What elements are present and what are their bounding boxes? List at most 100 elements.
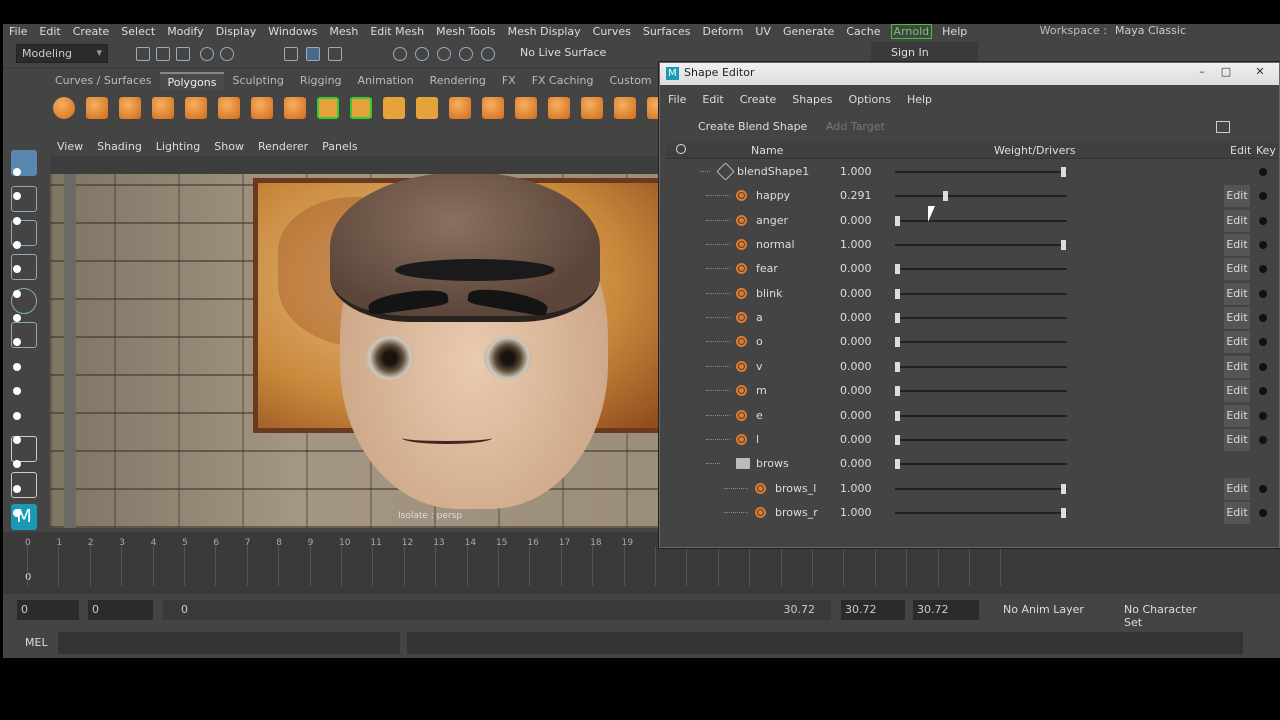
shelf-tab-fx-caching[interactable]: FX Caching bbox=[524, 72, 602, 90]
shelf-target-weld-icon[interactable] bbox=[614, 97, 636, 119]
weight-slider-handle[interactable] bbox=[895, 337, 900, 348]
shape-row-o[interactable]: o 0.000 Edit bbox=[0, 330, 1280, 354]
menu-curves[interactable]: Curves bbox=[587, 25, 637, 38]
anim-layer-dropdown[interactable]: No Anim Layer bbox=[999, 600, 1105, 620]
redo-icon[interactable] bbox=[220, 47, 234, 61]
shelf-sphere-icon[interactable] bbox=[53, 97, 75, 119]
weight-slider-handle[interactable] bbox=[895, 434, 900, 445]
weight-value-field[interactable]: 0.000 bbox=[840, 287, 890, 300]
menu-uv[interactable]: UV bbox=[749, 25, 777, 38]
key-indicator[interactable] bbox=[1259, 314, 1267, 323]
key-indicator[interactable] bbox=[1259, 484, 1267, 493]
weight-slider-handle[interactable] bbox=[1061, 483, 1066, 494]
weight-value-field[interactable]: 1.000 bbox=[840, 506, 890, 519]
shelf-type-icon[interactable] bbox=[317, 97, 339, 119]
menu-modify[interactable]: Modify bbox=[161, 25, 209, 38]
edit-button[interactable]: Edit bbox=[1224, 282, 1250, 305]
menu-edit[interactable]: Edit bbox=[33, 25, 66, 38]
weight-value-field[interactable]: 0.000 bbox=[840, 360, 890, 373]
visibility-toggle[interactable] bbox=[13, 314, 21, 323]
weight-value-field[interactable]: 0.000 bbox=[840, 262, 890, 275]
end-time-field[interactable]: 30.72 bbox=[913, 600, 979, 620]
shelf-tab-custom[interactable]: Custom bbox=[602, 72, 660, 90]
shelf-tab-rigging[interactable]: Rigging bbox=[292, 72, 350, 90]
visibility-toggle[interactable] bbox=[13, 460, 21, 469]
shelf-multi-cut-icon[interactable] bbox=[581, 97, 603, 119]
weight-slider[interactable] bbox=[895, 167, 1067, 177]
shape-editor-menu-edit[interactable]: Edit bbox=[694, 91, 731, 111]
weight-slider-handle[interactable] bbox=[895, 215, 900, 226]
menu-cache[interactable]: Cache bbox=[840, 25, 886, 38]
menu-select[interactable]: Select bbox=[115, 25, 161, 38]
visibility-toggle[interactable] bbox=[13, 338, 21, 347]
add-target-button[interactable]: Add Target bbox=[804, 120, 885, 133]
save-scene-icon[interactable] bbox=[176, 47, 190, 61]
shelf-tab-rendering[interactable]: Rendering bbox=[422, 72, 494, 90]
select-hierarchy-icon[interactable] bbox=[284, 47, 298, 61]
shape-row-happy[interactable]: happy 0.291 Edit bbox=[0, 184, 1280, 208]
weight-column-header[interactable]: Weight/Drivers bbox=[994, 144, 1076, 157]
mode-dropdown[interactable]: Modeling bbox=[16, 44, 108, 63]
visibility-toggle[interactable] bbox=[13, 508, 21, 517]
edit-button[interactable]: Edit bbox=[1224, 234, 1250, 257]
visibility-toggle[interactable] bbox=[13, 289, 21, 298]
weight-slider-handle[interactable] bbox=[895, 410, 900, 421]
range-slider[interactable]: 0 30.72 bbox=[163, 600, 831, 620]
shape-row-brows-l[interactable]: brows_l 1.000 Edit bbox=[0, 477, 1280, 501]
maximize-icon[interactable]: □ bbox=[1215, 65, 1237, 79]
shelf-extrude-icon[interactable] bbox=[482, 97, 504, 119]
menu-mesh[interactable]: Mesh bbox=[323, 25, 364, 38]
key-indicator[interactable] bbox=[1259, 387, 1267, 396]
weight-slider[interactable] bbox=[895, 459, 1067, 470]
snap-view-icon[interactable] bbox=[459, 47, 473, 61]
shelf-plane-icon[interactable] bbox=[185, 97, 207, 119]
snap-surface-icon[interactable] bbox=[481, 47, 495, 61]
playback-start-field[interactable]: 0 bbox=[88, 600, 153, 620]
key-indicator[interactable] bbox=[1259, 168, 1267, 176]
select-object-icon[interactable] bbox=[306, 47, 320, 61]
menu-create[interactable]: Create bbox=[67, 25, 116, 38]
shape-row-fear[interactable]: fear 0.000 Edit bbox=[0, 257, 1280, 281]
key-indicator[interactable] bbox=[1259, 508, 1267, 517]
name-column-header[interactable]: Name bbox=[751, 144, 783, 157]
weight-slider-handle[interactable] bbox=[895, 313, 900, 324]
live-surface-field[interactable]: No Live Surface bbox=[520, 46, 606, 59]
shape-row-m[interactable]: m 0.000 Edit bbox=[0, 379, 1280, 403]
undo-icon[interactable] bbox=[200, 47, 214, 61]
menu-mesh-display[interactable]: Mesh Display bbox=[502, 25, 587, 38]
edit-button[interactable]: Edit bbox=[1224, 258, 1250, 281]
shelf-svg-icon[interactable] bbox=[350, 97, 372, 119]
workspace-selector[interactable]: Workspace : Maya Classic bbox=[1040, 24, 1186, 37]
shape-row-e[interactable]: e 0.000 Edit bbox=[0, 404, 1280, 428]
shape-row-blink[interactable]: blink 0.000 Edit bbox=[0, 282, 1280, 306]
character-set-dropdown[interactable]: No Character Set bbox=[1120, 600, 1220, 629]
weight-slider-handle[interactable] bbox=[1061, 167, 1066, 177]
visibility-toggle[interactable] bbox=[13, 265, 21, 274]
minimize-icon[interactable]: – bbox=[1191, 65, 1213, 79]
shelf-tab-polygons[interactable]: Polygons bbox=[159, 72, 225, 90]
weight-slider[interactable] bbox=[895, 337, 1067, 348]
weight-slider-handle[interactable] bbox=[895, 361, 900, 372]
menu-edit-mesh[interactable]: Edit Mesh bbox=[364, 25, 430, 38]
panel-menu-shading[interactable]: Shading bbox=[90, 140, 149, 153]
weight-slider[interactable] bbox=[895, 483, 1067, 494]
shelf-fill-hole-icon[interactable] bbox=[548, 97, 570, 119]
weight-value-field[interactable]: 1.000 bbox=[840, 482, 890, 495]
new-scene-icon[interactable] bbox=[136, 47, 150, 61]
weight-slider[interactable] bbox=[895, 313, 1067, 324]
weight-value-field[interactable]: 0.000 bbox=[840, 335, 890, 348]
visibility-toggle[interactable] bbox=[13, 168, 21, 176]
shape-row-anger[interactable]: anger 0.000 Edit bbox=[0, 209, 1280, 233]
weight-slider-handle[interactable] bbox=[1061, 240, 1066, 251]
shape-row-a[interactable]: a 0.000 Edit bbox=[0, 306, 1280, 330]
weight-slider[interactable] bbox=[895, 386, 1067, 397]
shape-row-blendshape1[interactable]: blendShape1 1.000 bbox=[0, 160, 1280, 184]
menu-deform[interactable]: Deform bbox=[696, 25, 749, 38]
shelf-cone-icon[interactable] bbox=[152, 97, 174, 119]
visibility-toggle[interactable] bbox=[13, 216, 21, 225]
shelf-tab-fx[interactable]: FX bbox=[494, 72, 524, 90]
snap-point-icon[interactable] bbox=[437, 47, 451, 61]
snap-curve-icon[interactable] bbox=[415, 47, 429, 61]
menu-display[interactable]: Display bbox=[210, 25, 263, 38]
edit-button[interactable]: Edit bbox=[1224, 380, 1250, 403]
